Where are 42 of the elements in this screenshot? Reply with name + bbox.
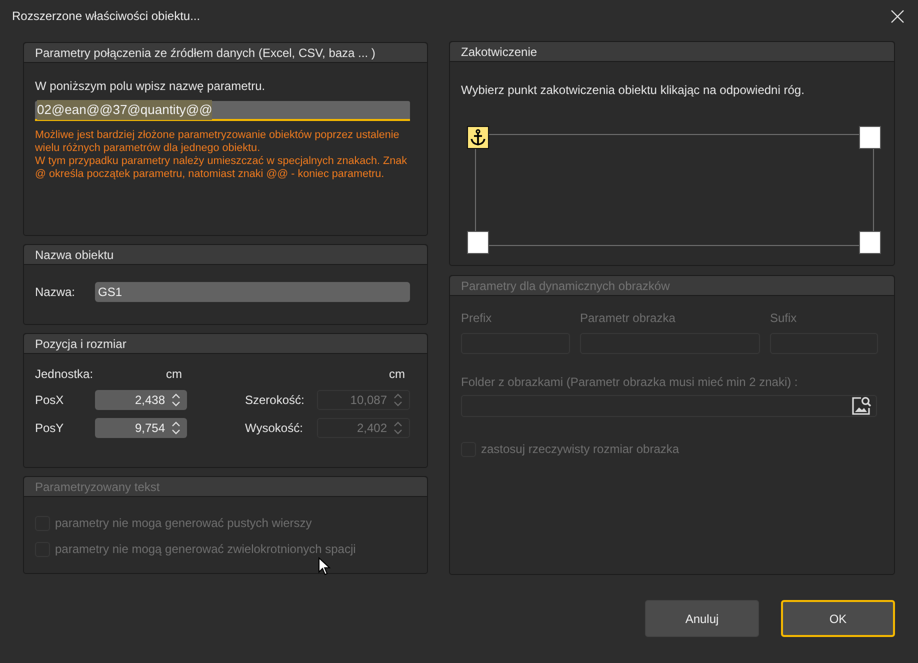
field-label: PosY: [35, 420, 65, 437]
anchor-corner-button[interactable]: [859, 126, 881, 149]
unit-text: cm: [166, 366, 183, 383]
instruction-text: Wybierz punkt zakotwiczenia obiektu klikając na odpowiedni róg.: [461, 82, 806, 98]
anchor-corner-button[interactable]: [467, 231, 489, 254]
number-spinbox[interactable]: 2,438: [95, 390, 187, 410]
window-title: Rozszerzone właściwości obiektu...: [12, 8, 200, 25]
panel-title: Parametry połączenia ze źródłem danych (Excel, CSV, baza ... ): [35, 46, 376, 58]
name-label: Nazwa:: [35, 284, 76, 301]
instruction-text: W poniższym polu wpisz nazwę parametru.: [35, 78, 266, 94]
anchor-icon: [470, 129, 486, 146]
dialog-button[interactable]: Anuluj: [645, 600, 759, 637]
panel-title: Parametry dla dynamicznych obrazków: [461, 280, 670, 292]
image-search-icon[interactable]: [851, 396, 872, 416]
folder-label: Folder z obrazkami (Parametr obrazka musi mieć min 2 znaki) :: [461, 374, 799, 390]
help-text: Możliwe jest bardziej złożone parametryzowanie obiektów poprzez ustalenie wielu różnych parametrów dla jednego obiektu.: [35, 129, 400, 155]
panel-title: Parametryzowany tekst: [35, 480, 160, 492]
close-icon: [890, 10, 904, 22]
name-field[interactable]: GS1: [95, 282, 410, 302]
field-label: PosX: [35, 392, 65, 409]
panel-title: Nazwa obiektu: [35, 248, 114, 260]
checkbox-label: zastosuj rzeczywisty rozmiar obrazka: [481, 441, 680, 458]
panel-title: Pozycja i rozmiar: [35, 338, 126, 350]
number-spinbox[interactable]: 9,754: [95, 418, 187, 438]
anchor-corner-button[interactable]: [859, 231, 881, 254]
field-label: Prefix: [461, 310, 493, 327]
panel-title: Zakotwiczenie: [461, 46, 538, 58]
checkbox-label: parametry nie moga generować pustych wierszy: [55, 515, 312, 532]
help-text: W tym przypadku parametry należy umieszczać w specjalnych znakach. Znak @ określa początek parametru, natomiast znaki @@ - koniec parametru.: [35, 155, 408, 181]
field-label: Szerokość:: [245, 392, 306, 409]
field-label: Wysokość:: [245, 420, 304, 437]
anchor-corner-button[interactable]: [467, 126, 489, 149]
unit-label: Jednostka:: [35, 366, 94, 383]
checkbox-label: parametry nie mogą generować zwielokrotnionych spacji: [55, 541, 356, 558]
parameter-field[interactable]: 02@ean@@37@quantity@@: [35, 101, 410, 121]
unit-text: cm: [389, 366, 406, 383]
mouse-cursor-icon: [318, 557, 331, 576]
close-button[interactable]: [890, 9, 904, 23]
field-label: Sufix: [770, 310, 798, 327]
folder-field[interactable]: [461, 395, 877, 417]
field-label: Parametr obrazka: [580, 310, 676, 327]
dialog-button[interactable]: OK: [781, 600, 895, 637]
